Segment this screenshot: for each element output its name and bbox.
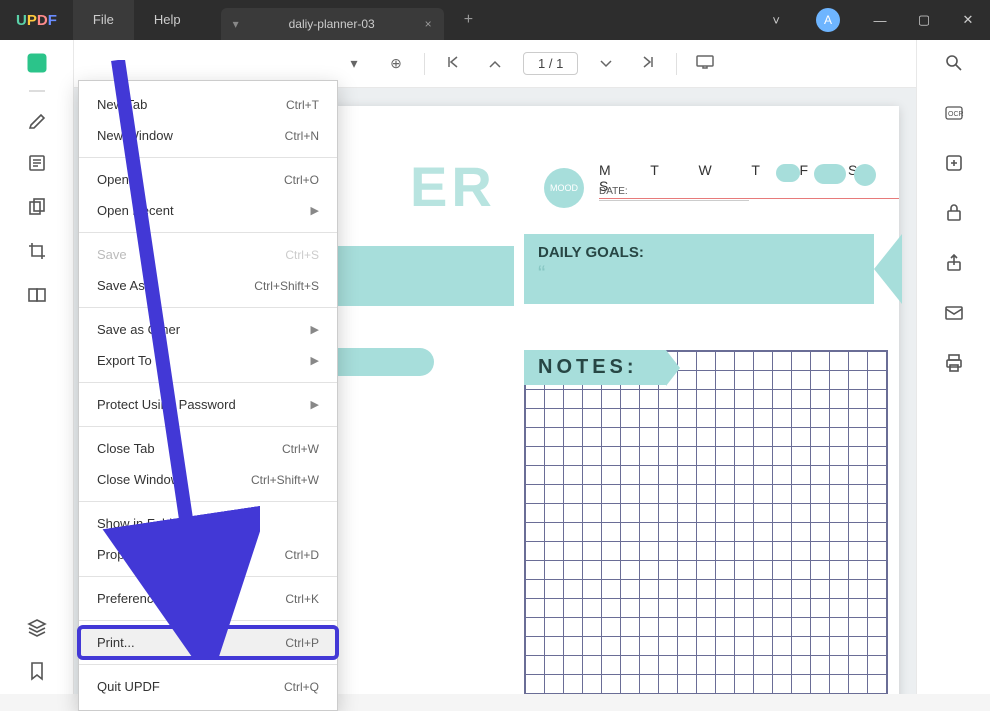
tab-pin-icon: ▾ bbox=[233, 17, 239, 31]
search-icon[interactable] bbox=[943, 52, 965, 74]
ocr-icon[interactable]: OCR bbox=[943, 102, 965, 124]
menu-item-quit-updf[interactable]: Quit UPDFCtrl+Q bbox=[79, 671, 337, 702]
menu-item-new-window[interactable]: New WindowCtrl+N bbox=[79, 120, 337, 151]
menu-item-export-to[interactable]: Export To▶ bbox=[79, 345, 337, 376]
app-logo: UPDF bbox=[0, 12, 73, 29]
email-icon[interactable] bbox=[943, 302, 965, 324]
titlebar: UPDF File Help ▾ daliy-planner-03 × + ˅ … bbox=[0, 0, 990, 40]
rain-cloud-icon bbox=[814, 164, 846, 184]
menu-help[interactable]: Help bbox=[134, 0, 201, 40]
window-maximize-button[interactable]: ▢ bbox=[902, 0, 946, 40]
share-icon[interactable] bbox=[943, 252, 965, 274]
prev-page-icon[interactable] bbox=[481, 56, 509, 72]
annotate-icon[interactable] bbox=[26, 108, 48, 130]
right-sidebar: OCR bbox=[916, 40, 990, 694]
window-close-button[interactable]: ✕ bbox=[946, 0, 990, 40]
last-page-icon[interactable] bbox=[634, 55, 662, 72]
menu-file[interactable]: File bbox=[73, 0, 134, 40]
tab-title: daliy-planner-03 bbox=[289, 17, 375, 31]
window-minimize-button[interactable]: — bbox=[858, 0, 902, 40]
crop-icon[interactable] bbox=[26, 240, 48, 262]
file-menu-dropdown: New TabCtrl+TNew WindowCtrl+N Open...Ctrl… bbox=[78, 80, 338, 711]
cloud-icon bbox=[776, 164, 800, 182]
edit-text-icon[interactable] bbox=[26, 152, 48, 174]
menu-item-new-tab[interactable]: New TabCtrl+T bbox=[79, 89, 337, 120]
add-page-icon[interactable]: ⊕ bbox=[382, 55, 410, 72]
menu-item-close-window[interactable]: Close WindowCtrl+Shift+W bbox=[79, 464, 337, 495]
menu-item-preferences[interactable]: Preferences...Ctrl+K bbox=[79, 583, 337, 614]
menu-item-save: SaveCtrl+S bbox=[79, 239, 337, 270]
menu-item-protect-using-password[interactable]: Protect Using Password▶ bbox=[79, 389, 337, 420]
notes-grid bbox=[524, 350, 888, 694]
menu-item-print[interactable]: Print...Ctrl+P bbox=[79, 627, 337, 658]
svg-text:OCR: OCR bbox=[948, 111, 964, 118]
new-tab-button[interactable]: + bbox=[452, 11, 485, 29]
zoom-dropdown[interactable]: ▾ bbox=[340, 55, 368, 72]
menu-item-open-recent[interactable]: Open Recent▶ bbox=[79, 195, 337, 226]
menu-item-open[interactable]: Open...Ctrl+O bbox=[79, 164, 337, 195]
sun-icon bbox=[854, 164, 876, 186]
menu-item-show-in-folder[interactable]: Show in Folder bbox=[79, 508, 337, 539]
reader-mode-icon[interactable] bbox=[26, 52, 48, 74]
layers-icon[interactable] bbox=[26, 616, 48, 638]
menu-item-save-as[interactable]: Save As...Ctrl+Shift+S bbox=[79, 270, 337, 301]
avatar[interactable]: A bbox=[816, 8, 840, 32]
presentation-icon[interactable] bbox=[691, 55, 719, 72]
menu-item-properties[interactable]: Properties...Ctrl+D bbox=[79, 539, 337, 570]
organize-pages-icon[interactable] bbox=[26, 196, 48, 218]
menu-item-save-as-other[interactable]: Save as Other▶ bbox=[79, 314, 337, 345]
bookmark-icon[interactable] bbox=[26, 660, 48, 682]
first-page-icon[interactable] bbox=[439, 55, 467, 72]
print-icon[interactable] bbox=[943, 352, 965, 374]
compress-icon[interactable] bbox=[943, 152, 965, 174]
document-tab[interactable]: ▾ daliy-planner-03 × bbox=[221, 8, 444, 40]
notes-label: NOTES: bbox=[524, 350, 666, 385]
daily-goals-banner: DAILY GOALS: “ bbox=[524, 234, 874, 304]
protect-icon[interactable] bbox=[943, 202, 965, 224]
compare-icon[interactable] bbox=[26, 284, 48, 306]
mood-badge: MOOD bbox=[544, 168, 584, 208]
tab-close-icon[interactable]: × bbox=[425, 17, 432, 31]
menu-item-close-tab[interactable]: Close TabCtrl+W bbox=[79, 433, 337, 464]
next-page-icon[interactable] bbox=[592, 56, 620, 72]
titlebar-dropdown-icon[interactable]: ˅ bbox=[754, 13, 798, 28]
date-label: DATE: bbox=[599, 186, 749, 201]
page-indicator[interactable]: 1 / 1 bbox=[523, 52, 578, 75]
left-sidebar bbox=[0, 40, 74, 694]
